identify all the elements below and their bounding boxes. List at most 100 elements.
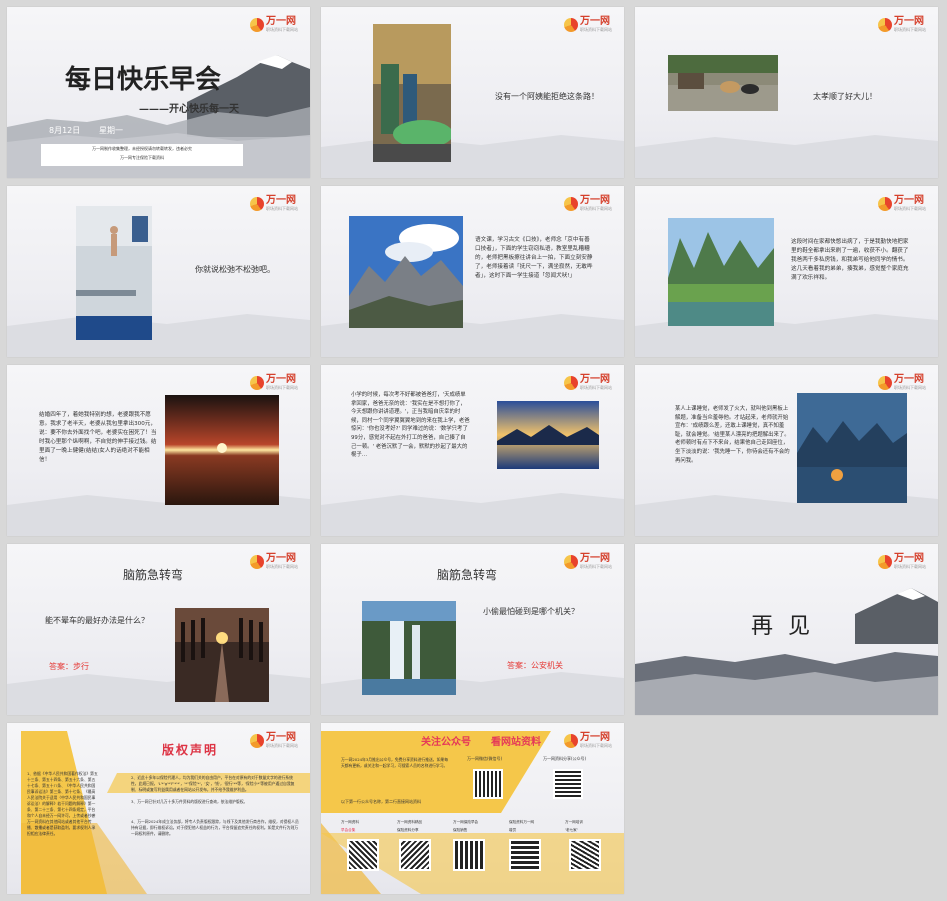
slide-1[interactable]: 万一网 职场资料下载网站 每日快乐早会 ———开心快乐每一天 8月12日 星期一 …: [7, 7, 310, 178]
slide-3[interactable]: 万一网 职场资料下载网站 太孝顺了好大儿！: [635, 7, 938, 178]
farewell-title: 再 见: [751, 614, 814, 639]
photo-karst-river: [668, 218, 774, 326]
logo-tagline: 职场资料下载网站: [266, 385, 298, 390]
logo-text: 万一网: [266, 195, 296, 206]
qr-intro: 万一网2024年3月推出公众号，免费分享资料进行推送，如果每天都有更新，或关注和…: [341, 757, 448, 768]
logo-tagline: 职场资料下载网站: [266, 564, 298, 569]
copyright-paragraph-2: 2、近此十多年以保险代理人，均为我们关的自由用户，平台在对原有的对于数量文字的进…: [131, 775, 295, 792]
slide-caption: 你就说松弛不松弛吧。: [195, 265, 275, 274]
logo-text: 万一网: [580, 732, 610, 743]
slide-4[interactable]: 万一网 职场资料下载网站 你就说松弛不松弛吧。: [7, 186, 310, 357]
footer-line-2: 万一网专注保险下载资料: [120, 155, 164, 160]
brand-logo: 万一网 职场资料下载网站: [250, 733, 298, 748]
logo-icon: [564, 375, 578, 390]
logo-tagline: 职场资料下载网站: [580, 206, 612, 211]
logo-text: 万一网: [894, 195, 924, 206]
slide-title: 版权声明: [162, 743, 219, 757]
brand-logo: 万一网 职场资料下载网站: [250, 554, 298, 569]
logo-text: 万一网: [580, 195, 610, 206]
logo-tagline: 职场资料下载网站: [894, 206, 926, 211]
logo-icon: [878, 17, 892, 32]
logo-icon: [250, 17, 264, 32]
slide-10[interactable]: 万一网 职场资料下载网站 脑筋急转弯 能不晕车的最好办法是什么？ 答案：步行: [7, 544, 310, 715]
photo-lake-sunrise: [497, 401, 599, 469]
brand-logo: 万一网 职场资料下载网站: [878, 17, 926, 32]
logo-tagline: 职场资料下载网站: [580, 564, 612, 569]
logo-text: 万一网: [580, 16, 610, 27]
logo-icon: [564, 17, 578, 32]
brand-logo: 万一网 职场资料下载网站: [250, 196, 298, 211]
brand-logo: 万一网 职场资料下载网站: [878, 375, 926, 390]
slide-caption: 没有一个阿姨能拒绝这条路！: [495, 92, 599, 101]
account-desc-5: '老七家': [565, 828, 578, 832]
logo-icon: [564, 733, 578, 748]
logo-text: 万一网: [580, 374, 610, 385]
photo-dogs-cart: [668, 55, 778, 111]
logo-text: 万一网: [266, 732, 296, 743]
copyright-paragraph-3: 3、万一网已针对几万十多万件资料的版权进行查询，依法维护版权。: [131, 799, 248, 804]
logo-text: 万一网: [580, 553, 610, 564]
logo-tagline: 职场资料下载网站: [894, 27, 926, 32]
slide-5[interactable]: 万一网 职场资料下载网站 语文课，学习古文《口技》，老师念「京中有善口技者」，下面…: [321, 186, 624, 357]
slide-7[interactable]: 万一网 职场资料下载网站 结婚四年了，着她我特别的想，老婆跟我不愿意。我求了老半天…: [7, 365, 310, 536]
brand-logo: 万一网 职场资料下载网站: [250, 17, 298, 32]
copyright-paragraph-4: 4、万一网2024年成立法务部，将专人负责版权跟踪，与线下及其他发行商合作，维权…: [131, 819, 299, 836]
logo-text: 万一网: [266, 16, 296, 27]
logo-text: 万一网: [266, 374, 296, 385]
logo-tagline: 职场资料下载网站: [266, 743, 298, 748]
logo-icon: [878, 375, 892, 390]
account-desc-1: 早会合集: [341, 828, 356, 832]
qr-code-2: [553, 769, 583, 799]
photo-waterfall: [362, 601, 456, 695]
date-label: 8月12日: [49, 126, 81, 135]
slide-9[interactable]: 万一网 职场资料下载网站 某人上课睡觉，老师发了火大，就叫他到黑板上解题，准备当众…: [635, 365, 938, 536]
qr-label-1: 万一网微信(微信号): [467, 756, 503, 761]
logo-icon: [250, 196, 264, 211]
riddle-answer: 答案：步行: [49, 662, 89, 671]
slide-caption: 太孝顺了好大儿！: [813, 92, 877, 101]
qr-code-3: [347, 839, 379, 871]
slide-6[interactable]: 万一网 职场资料下载网站 这段时间在家都快憋出病了，于是我勤快地把家里的鞋全都拿出…: [635, 186, 938, 357]
photo-playground-slide: [373, 24, 451, 162]
brand-logo: 万一网 职场资料下载网站: [564, 17, 612, 32]
qr-code-1: [473, 769, 503, 799]
weekday-label: 星期一: [99, 126, 123, 135]
logo-tagline: 职场资料下载网站: [580, 385, 612, 390]
logo-tagline: 职场资料下载网站: [894, 385, 926, 390]
qr-label-2: 万一网资料分享(公众号): [543, 756, 587, 761]
slide-8[interactable]: 万一网 职场资料下载网站 小学的时候，每次考不好都被爸爸打，'天成绩单拿回家，爸爸…: [321, 365, 624, 536]
brand-logo: 万一网 职场资料下载网站: [878, 554, 926, 569]
photo-diver: [76, 206, 152, 340]
slide-2[interactable]: 万一网 职场资料下载网站 没有一个阿姨能拒绝这条路！: [321, 7, 624, 178]
logo-icon: [250, 375, 264, 390]
qr-code-6: [509, 839, 541, 871]
slide-14[interactable]: 万一网 职场资料下载网站 关注公众号 看网站资料 万一网2024年3月推出公众号，…: [321, 723, 624, 894]
brand-logo: 万一网 职场资料下载网站: [250, 375, 298, 390]
brand-logo: 万一网 职场资料下载网站: [564, 375, 612, 390]
logo-icon: [878, 554, 892, 569]
photo-desert-sunset: [165, 395, 279, 505]
brand-logo: 万一网 职场资料下载网站: [564, 733, 612, 748]
slide-paragraph: 某人上课睡觉，老师发了火大，就叫他到黑板上解题，准备当众羞辱他。才站起来，老师就…: [675, 406, 790, 464]
slide-13[interactable]: 万一网 职场资料下载网站 版权声明 1、依据《中华人民共和国著作权法》第五十三条、…: [7, 723, 310, 894]
logo-icon: [564, 554, 578, 569]
qr-follow-note: 以下第一行公众号名称，第二行直接网站资料: [341, 799, 421, 804]
slide-11[interactable]: 万一网 职场资料下载网站 脑筋急转弯 小偷最怕碰到是哪个机关？ 答案：公安机关: [321, 544, 624, 715]
riddle-question: 能不晕车的最好办法是什么？: [45, 616, 149, 625]
photo-tree-road-sunset: [175, 608, 269, 702]
slide-paragraph: 这段时间在家都快憋出病了，于是我勤快地把家里的鞋全都拿出来刷了一遍，收获不小。翻…: [791, 239, 909, 281]
qr-code-7: [569, 839, 601, 871]
slide-12[interactable]: 万一网 职场资料下载网站 再 见: [635, 544, 938, 715]
account-desc-3: 保险销售: [453, 828, 468, 832]
qr-code-5: [453, 839, 485, 871]
copyright-notice: 万一网制作收集整理，未经授权请勿转载转发，违者必究 万一网专注保险下载资料: [41, 144, 243, 166]
logo-icon: [878, 196, 892, 211]
riddle-question: 小偷最怕碰到是哪个机关？: [483, 607, 579, 616]
qr-title-2: 看网站资料: [491, 737, 541, 748]
logo-tagline: 职场资料下载网站: [894, 564, 926, 569]
slide-paragraph: 小学的时候，每次考不好都被爸爸打，'天成绩单拿回家，爸爸无奈的说：'我实在是不想…: [351, 392, 470, 459]
logo-tagline: 职场资料下载网站: [580, 743, 612, 748]
qr-title-1: 关注公众号: [421, 737, 471, 748]
brand-logo: 万一网 职场资料下载网站: [564, 554, 612, 569]
slide-title: 每日快乐早会: [65, 65, 222, 95]
